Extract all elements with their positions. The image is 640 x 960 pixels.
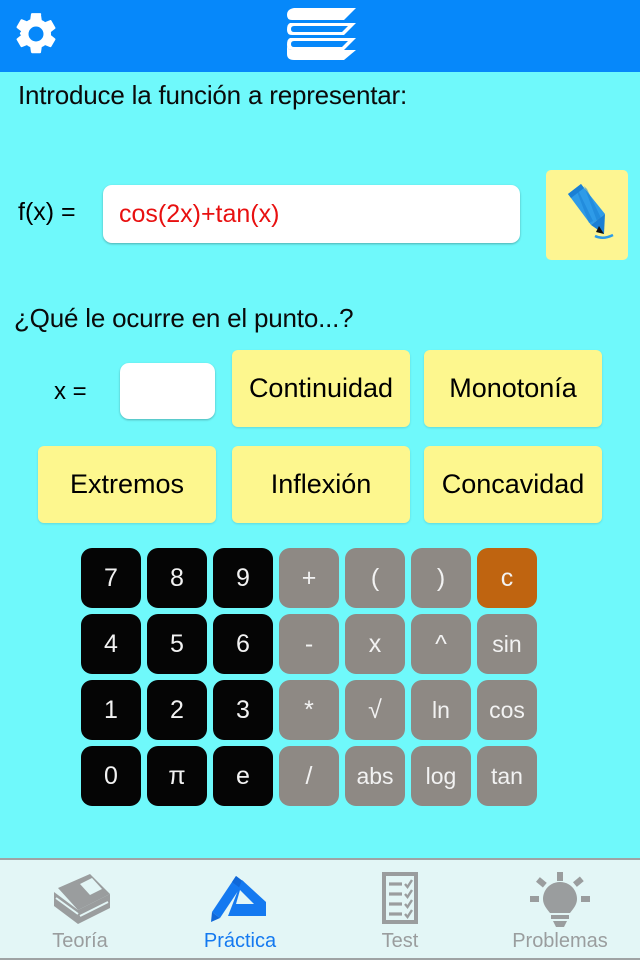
key-2[interactable]: 2: [147, 680, 207, 740]
key-plus[interactable]: +: [279, 548, 339, 608]
gear-icon: [11, 9, 61, 64]
monotonicity-button[interactable]: Monotonía: [424, 350, 602, 427]
key-sin[interactable]: sin: [477, 614, 537, 674]
book-icon: [46, 870, 114, 928]
key-9[interactable]: 9: [213, 548, 273, 608]
tab-practica[interactable]: Práctica: [160, 860, 320, 958]
key-minus[interactable]: -: [279, 614, 339, 674]
book-stack-logo-icon: [278, 6, 362, 67]
key-open-paren[interactable]: (: [345, 548, 405, 608]
key-log[interactable]: log: [411, 746, 471, 806]
key-x[interactable]: x: [345, 614, 405, 674]
x-field-label: x =: [54, 378, 87, 405]
key-pi[interactable]: π: [147, 746, 207, 806]
key-abs[interactable]: abs: [345, 746, 405, 806]
key-8[interactable]: 8: [147, 548, 207, 608]
draw-function-button[interactable]: [546, 170, 628, 260]
key-close-paren[interactable]: ): [411, 548, 471, 608]
key-tan[interactable]: tan: [477, 746, 537, 806]
continuity-button[interactable]: Continuidad: [232, 350, 410, 427]
key-times[interactable]: *: [279, 680, 339, 740]
key-power[interactable]: ^: [411, 614, 471, 674]
key-4[interactable]: 4: [81, 614, 141, 674]
tab-teoria[interactable]: Teoría: [0, 860, 160, 958]
app-root: Introduce la función a representar: f(x)…: [0, 0, 640, 960]
tab-label-practica: Práctica: [203, 929, 277, 952]
tab-label-teoria: Teoría: [52, 929, 108, 952]
function-input-value: cos(2x)+tan(x): [119, 199, 280, 228]
bottom-tab-bar: Teoría Práctica Test Problemas: [0, 858, 640, 960]
key-0[interactable]: 0: [81, 746, 141, 806]
tab-problemas[interactable]: Problemas: [480, 860, 640, 958]
point-prompt-label: ¿Qué le ocurre en el punto...?: [14, 303, 354, 333]
pencil-icon: [555, 178, 619, 253]
settings-button[interactable]: [8, 8, 64, 64]
key-divide[interactable]: /: [279, 746, 339, 806]
key-7[interactable]: 7: [81, 548, 141, 608]
concavity-button[interactable]: Concavidad: [424, 446, 602, 523]
x-value-input[interactable]: [120, 363, 215, 419]
app-logo[interactable]: [272, 6, 368, 66]
key-c[interactable]: c: [477, 548, 537, 608]
key-6[interactable]: 6: [213, 614, 273, 674]
extrema-button[interactable]: Extremos: [38, 446, 216, 523]
function-input[interactable]: cos(2x)+tan(x): [103, 185, 520, 243]
function-field-label: f(x) =: [18, 198, 76, 226]
calculator-keypad: 7 8 9 +() c 4 5 6- x ^ sin 1 2 3 * √ ln cos 0 π e / abs log tan: [81, 548, 537, 806]
key-ln[interactable]: ln: [411, 680, 471, 740]
tab-label-problemas: Problemas: [512, 929, 608, 952]
tab-label-test: Test: [381, 929, 419, 952]
key-5[interactable]: 5: [147, 614, 207, 674]
key-e[interactable]: e: [213, 746, 273, 806]
ruler-pencil-icon: [206, 870, 274, 928]
key-cos[interactable]: cos: [477, 680, 537, 740]
tab-test[interactable]: Test: [320, 860, 480, 958]
app-header: [0, 0, 640, 72]
key-sqrt[interactable]: √: [345, 680, 405, 740]
inflection-button[interactable]: Inflexión: [232, 446, 410, 523]
function-prompt-label: Introduce la función a representar:: [18, 80, 408, 110]
checklist-icon: [370, 870, 430, 928]
lightbulb-icon: [526, 870, 594, 928]
key-1[interactable]: 1: [81, 680, 141, 740]
key-3[interactable]: 3: [213, 680, 273, 740]
